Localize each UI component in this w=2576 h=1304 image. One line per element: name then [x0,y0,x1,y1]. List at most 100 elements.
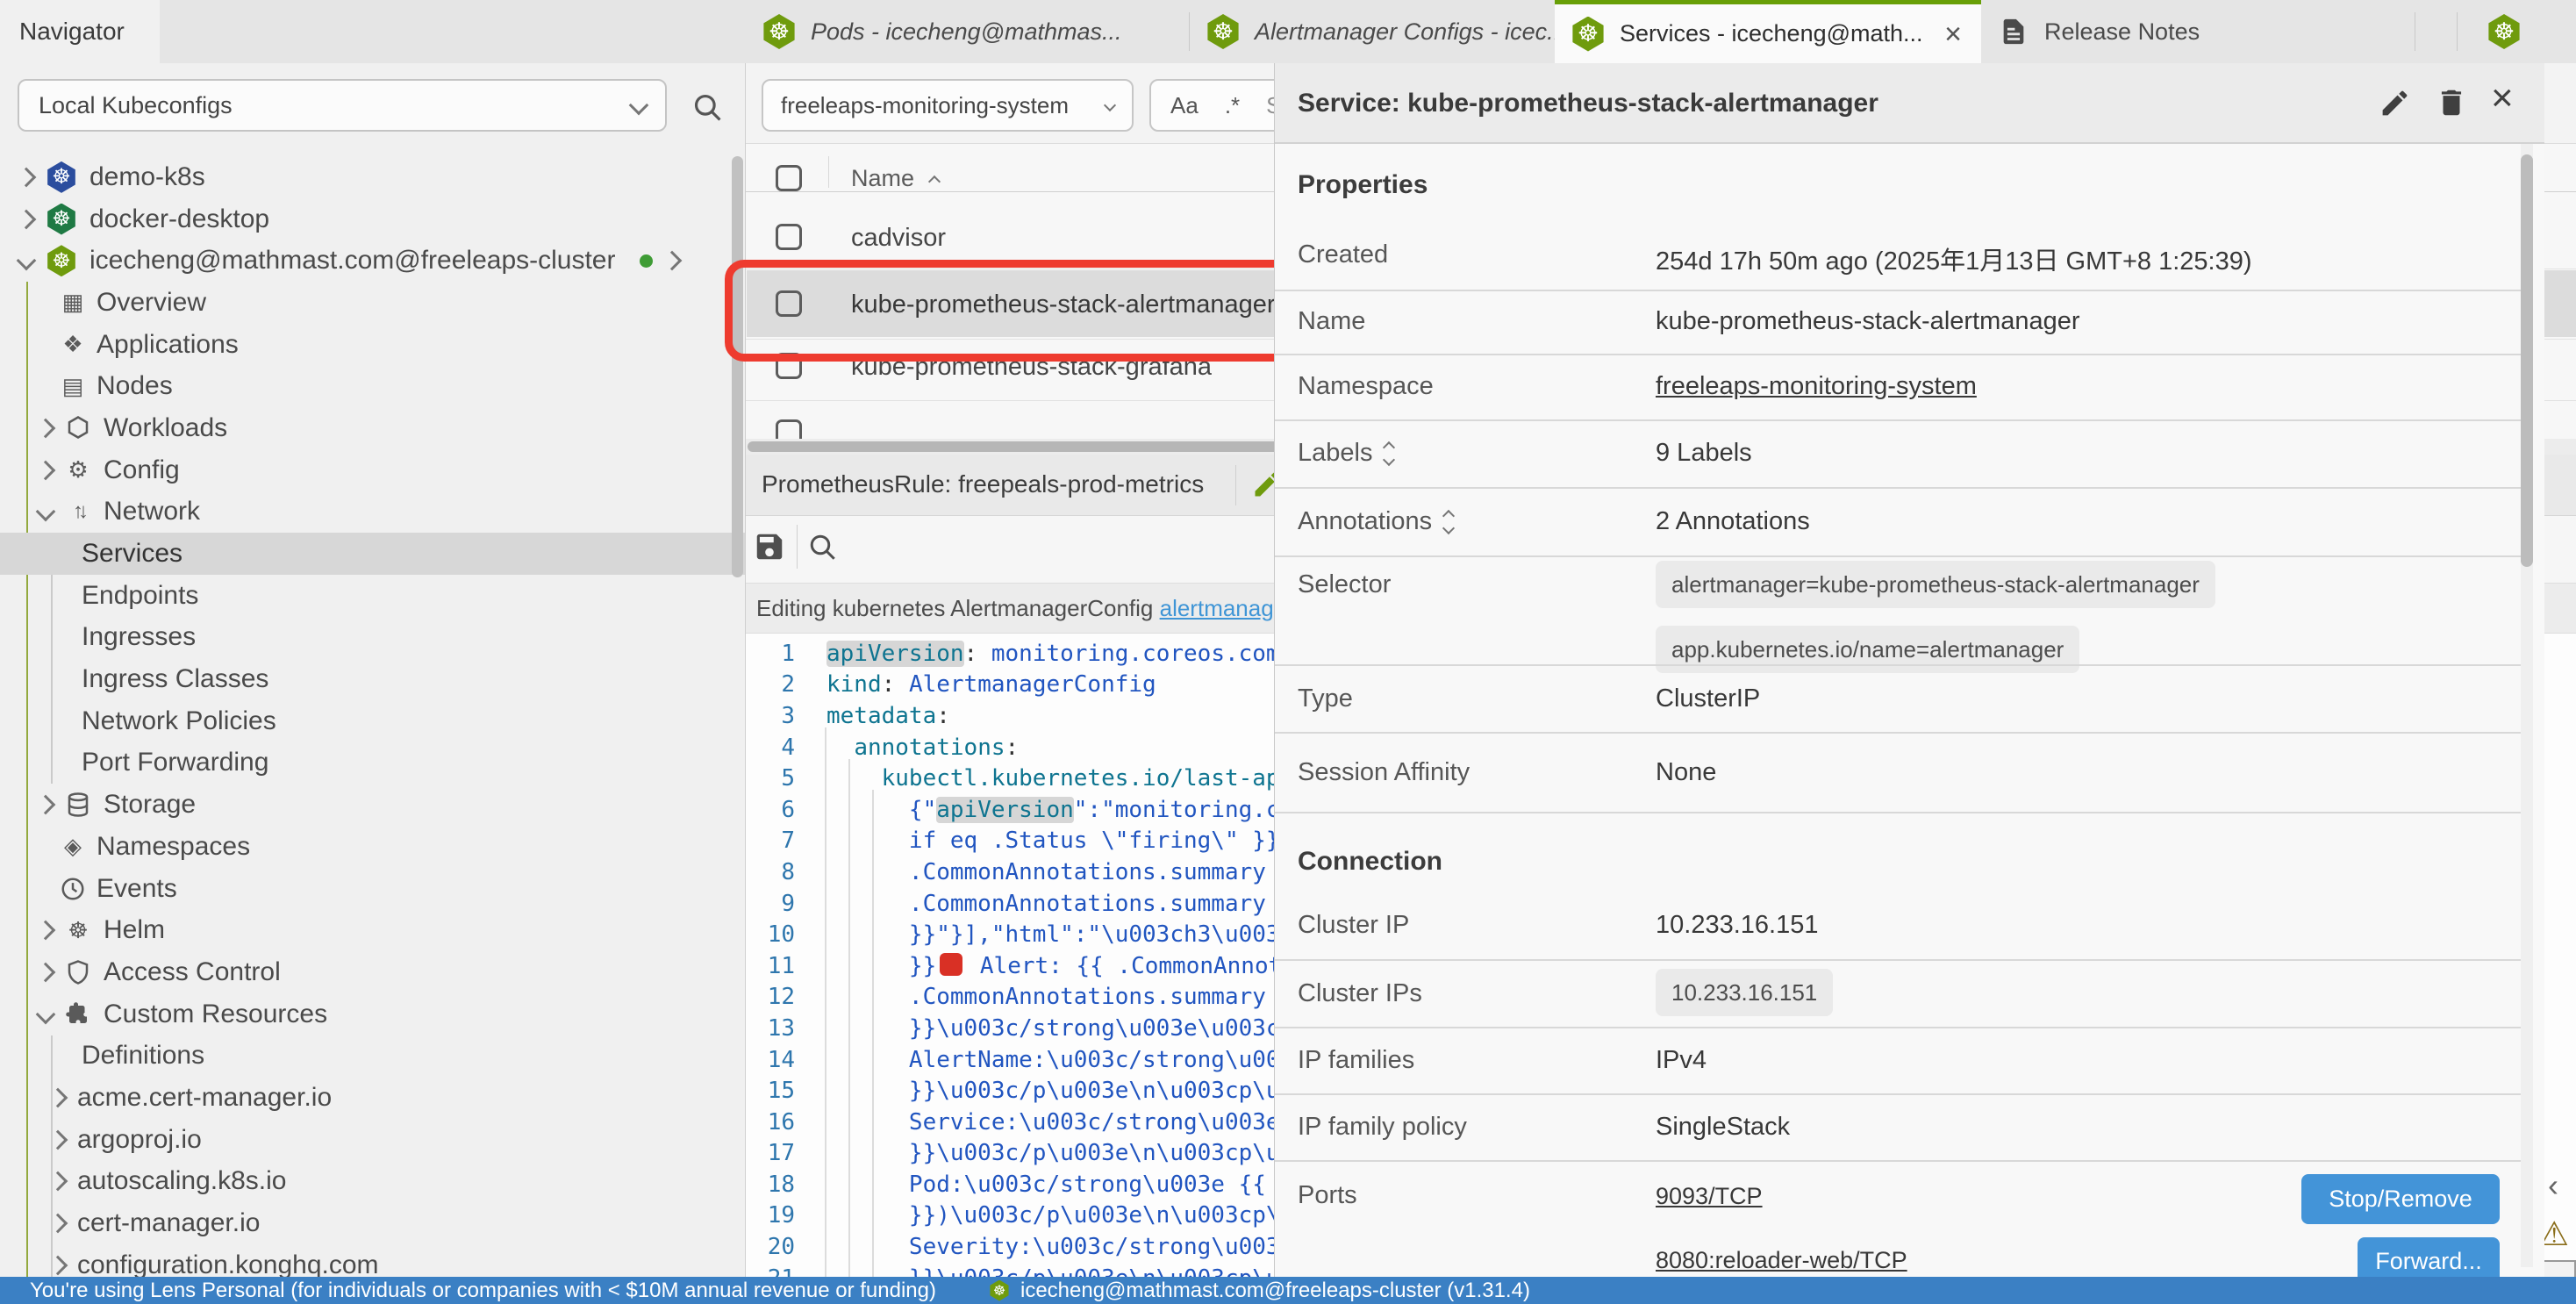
chevron-down-icon[interactable] [36,502,56,522]
match-case-toggle[interactable]: Aa [1170,92,1199,119]
forward-button[interactable]: Forward... [2358,1237,2500,1277]
namespace-select-value: freeleaps-monitoring-system [781,92,1069,119]
chevron-right-icon[interactable] [48,1129,68,1150]
sidebar-item-cert-manager[interactable]: cert-manager.io [0,1202,745,1244]
tree-item-label: Definitions [82,1041,204,1071]
tree-item-docker-desktop[interactable]: ☸docker-desktop [0,198,745,240]
tab-release-notes[interactable]: Release Notes [1981,0,2415,63]
save-icon[interactable] [753,530,786,563]
drawer-scrollbar-thumb[interactable] [2521,154,2533,567]
chevron-right-icon[interactable] [17,209,37,229]
delete-trash-icon[interactable] [2435,85,2468,120]
sidebar-item-namespaces[interactable]: ◈Namespaces [0,826,745,868]
chevron-right-icon[interactable] [17,168,37,188]
sidebar-item-overview[interactable]: ▦Overview [0,282,745,324]
sidebar-item-custom-resources[interactable]: Custom Resources [0,993,745,1035]
sidebar-item-configuration-konghq[interactable]: configuration.konghq.com [0,1244,745,1277]
sidebar-item-applications[interactable]: ❖Applications [0,324,745,366]
sidebar-item-ingress-classes[interactable]: Ingress Classes [0,658,745,700]
chevron-right-icon[interactable] [48,1171,68,1192]
chevron-right-icon[interactable] [36,460,56,480]
kubeconfig-select[interactable]: Local Kubeconfigs [18,79,667,132]
label-text: Annotations [1298,507,1432,536]
namespace-select[interactable]: freeleaps-monitoring-system [762,79,1134,132]
chevron-right-icon[interactable] [662,251,683,271]
tree-item-label: Access Control [104,957,281,987]
column-header-name[interactable]: Name [851,165,939,192]
line-number: 19 [746,1202,795,1229]
chevron-right-icon[interactable] [36,419,56,439]
tab-alertmanager-configs[interactable]: ☸ Alertmanager Configs - icec... [1190,0,1555,63]
line-number: 16 [746,1109,795,1136]
chevron-right-icon[interactable] [48,1255,68,1275]
kubernetes-icon: ☸ [46,204,77,235]
chevron-down-icon[interactable] [36,1004,56,1024]
chevron-right-icon[interactable] [36,963,56,983]
column-divider [828,156,829,188]
line-number: 11 [746,953,795,979]
property-value-labels: 9 Labels [1656,439,1752,468]
sidebar-item-network[interactable]: ↑↓Network [0,491,745,534]
sidebar-item-workloads[interactable]: Workloads [0,407,745,449]
row-divider [1275,419,2522,421]
sidebar-item-argoproj[interactable]: argoproj.io [0,1119,745,1161]
tree-item-demo-k8s[interactable]: ☸demo-k8s [0,156,745,198]
sidebar-item-helm[interactable]: ☸Helm [0,909,745,951]
sidebar-item-events[interactable]: Events [0,868,745,910]
property-label-annotations[interactable]: Annotations [1298,507,1453,536]
sidebar-item-definitions[interactable]: Definitions [0,1035,745,1077]
sidebar-item-config[interactable]: ⚙Config [0,449,745,491]
chevron-left-icon[interactable]: ‹ [2548,1167,2558,1204]
sidebar-item-nodes[interactable]: ▤Nodes [0,365,745,407]
port-link-8080-reloader-web[interactable]: 8080:reloader-web/TCP [1656,1247,1907,1274]
property-label: Type [1298,684,1353,713]
sidebar-item-acme-cert-manager[interactable]: acme.cert-manager.io [0,1077,745,1119]
kubernetes-icon[interactable]: ☸ [2487,14,2522,49]
sidebar-item-services[interactable]: Services [0,533,745,575]
row-divider [1275,1093,2522,1095]
tree-item-freeleaps-cluster[interactable]: ☸icecheng@mathmast.com@freeleaps-cluster [0,240,745,282]
stop-remove-button[interactable]: Stop/Remove [2301,1174,2500,1224]
kubernetes-icon: ☸ [46,245,77,276]
property-label: Cluster IPs [1298,979,1422,1008]
sidebar-item-autoscaling[interactable]: autoscaling.k8s.io [0,1161,745,1203]
expand-collapse-icon[interactable] [1385,443,1393,464]
kubernetes-icon: ☸ [46,161,77,193]
chevron-right-icon[interactable] [48,1214,68,1234]
row-checkbox[interactable] [776,224,802,250]
search-icon[interactable] [691,91,725,125]
sidebar-item-access-control[interactable]: Access Control [0,951,745,993]
tab-close-icon[interactable]: × [1944,19,1962,49]
tree-item-label: Port Forwarding [82,748,268,777]
regex-toggle[interactable]: .* [1225,92,1240,119]
property-label-labels[interactable]: Labels [1298,439,1393,468]
tab-services[interactable]: ☸ Services - icecheng@math... × [1555,0,1981,63]
sidebar-item-network-policies[interactable]: Network Policies [0,700,745,742]
line-number: 5 [746,765,795,792]
edit-pencil-icon[interactable] [2379,87,2411,119]
code-text: {"apiVersion":"monitoring.core [826,797,1321,823]
sidebar-scrollbar[interactable] [732,156,743,577]
line-number: 4 [746,734,795,761]
search-icon[interactable] [807,532,839,563]
port-link-9093[interactable]: 9093/TCP [1656,1183,1763,1210]
table-row-cadvisor[interactable]: cadvisor [851,224,946,253]
chevron-right-icon[interactable] [36,795,56,815]
namespace-link[interactable]: freeleaps-monitoring-system [1656,372,1977,401]
close-icon[interactable]: × [2491,79,2514,118]
sidebar-item-ingresses[interactable]: Ingresses [0,617,745,659]
select-all-checkbox[interactable] [776,165,802,191]
line-number: 17 [746,1140,795,1166]
chevron-down-icon[interactable] [17,251,37,271]
chevron-right-icon[interactable] [36,921,56,941]
expand-collapse-icon[interactable] [1444,512,1453,533]
sidebar-item-storage[interactable]: Storage [0,784,745,826]
sidebar-item-port-forwarding[interactable]: Port Forwarding [0,742,745,785]
tab-pods[interactable]: ☸ Pods - icecheng@mathmas... [746,0,1189,63]
navigator-header: Navigator [0,0,160,63]
code-text: .CommonAnnotations.summary }} [826,859,1307,885]
chevron-right-icon[interactable] [48,1088,68,1108]
code-text: Service:\u003c/strong\u003e { [826,1109,1307,1136]
row-divider [1275,354,2522,355]
sidebar-item-endpoints[interactable]: Endpoints [0,575,745,617]
